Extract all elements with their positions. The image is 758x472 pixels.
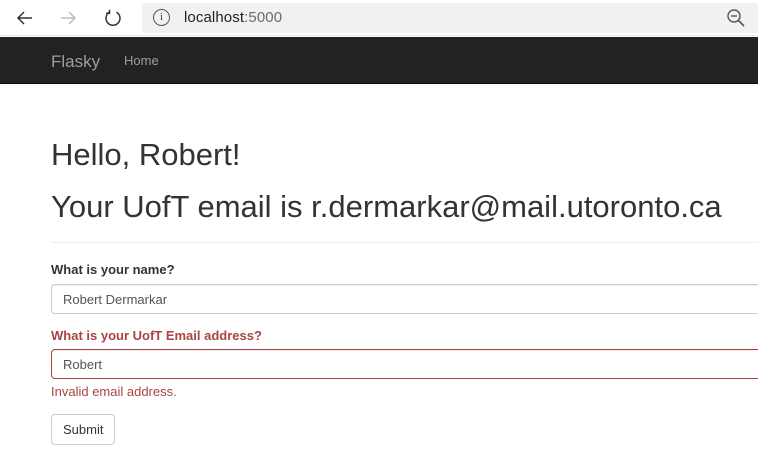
submit-button[interactable]: Submit <box>51 414 116 445</box>
email-heading: Your UofT email is r.dermarkar@mail.utor… <box>51 189 722 224</box>
name-input[interactable] <box>51 284 758 314</box>
address-bar[interactable]: i localhost:5000 <box>142 3 758 33</box>
info-icon[interactable]: i <box>153 9 170 26</box>
back-arrow-icon <box>16 11 32 25</box>
url-text[interactable]: localhost:5000 <box>184 9 282 26</box>
zoom-out-icon[interactable] <box>726 8 746 28</box>
divider <box>51 242 758 243</box>
nav-link-home[interactable]: Home <box>124 53 159 68</box>
forward-arrow-icon <box>61 11 77 25</box>
navbar-brand[interactable]: Flasky <box>51 52 100 72</box>
reload-icon <box>105 9 121 26</box>
url-port: :5000 <box>244 9 283 26</box>
url-host: localhost <box>184 9 245 26</box>
reload-button[interactable] <box>97 2 129 34</box>
navbar: Flasky Home <box>0 37 758 84</box>
forward-button[interactable] <box>52 2 84 34</box>
back-button[interactable] <box>9 2 41 34</box>
email-input[interactable] <box>51 349 758 379</box>
name-label: What is your name? <box>51 262 175 277</box>
email-label: What is your UofT Email address? <box>51 328 262 343</box>
browser-toolbar: i localhost:5000 <box>0 0 758 36</box>
greeting-heading: Hello, Robert! <box>51 137 241 172</box>
email-error-message: Invalid email address. <box>51 384 177 399</box>
